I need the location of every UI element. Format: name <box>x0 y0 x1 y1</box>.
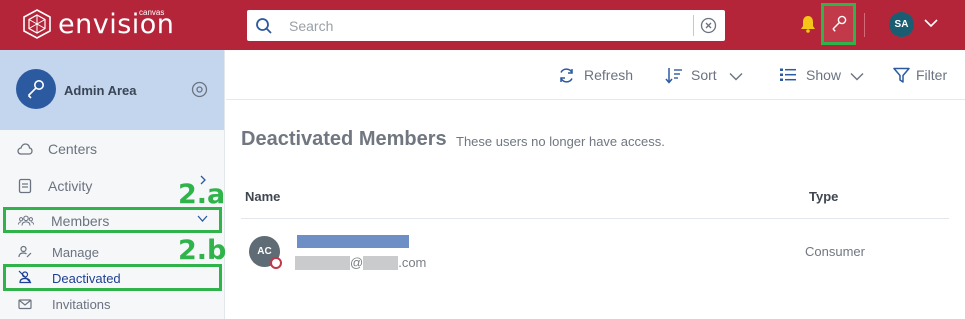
sort-label: Sort <box>691 67 717 83</box>
sort-dropdown[interactable]: Sort <box>665 66 745 86</box>
email-at: @ <box>350 255 364 271</box>
show-label: Show <box>806 67 842 83</box>
search-icon <box>256 18 272 34</box>
logo-subtext: canvas <box>139 8 165 17</box>
filter-label: Filter <box>916 67 948 83</box>
admin-area-header[interactable]: Admin Area <box>0 50 224 130</box>
table-row[interactable]: AC @ .com Consumer <box>241 219 949 281</box>
page-title: Deactivated Members <box>241 128 447 150</box>
manage-icon <box>18 245 32 258</box>
clear-icon[interactable] <box>700 17 717 34</box>
activity-icon <box>18 178 32 194</box>
refresh-label: Refresh <box>584 67 634 83</box>
page-subtitle: These users no longer have access. <box>456 134 665 149</box>
cloud-icon <box>17 143 33 155</box>
top-bar: envision canvas SA <box>0 0 965 50</box>
step-2b-callout: 2.b <box>178 235 227 266</box>
filter-icon <box>893 67 910 83</box>
member-email: @ .com <box>295 254 426 270</box>
key-icon <box>832 15 847 32</box>
deactivated-status-icon <box>270 257 282 269</box>
step-2a-callout: 2.a <box>178 179 226 210</box>
key-icon <box>27 80 44 99</box>
chevron-down-icon <box>197 215 208 222</box>
redacted-email-domain <box>363 255 399 270</box>
members-icon <box>18 215 34 226</box>
sidebar-subitem-invitations[interactable]: Invitations <box>0 293 224 317</box>
filter-button[interactable]: Filter <box>893 66 953 86</box>
chevron-down-icon[interactable] <box>924 18 938 28</box>
user-avatar[interactable]: SA <box>889 12 914 37</box>
sidebar-subitem-label: Manage <box>52 245 99 260</box>
admin-avatar <box>16 69 56 109</box>
redacted-member-name[interactable] <box>297 235 409 248</box>
sort-icon <box>665 68 682 84</box>
settings-icon[interactable] <box>191 81 208 98</box>
sidebar-item-label: Members <box>51 213 110 229</box>
chevron-down-icon <box>729 73 743 81</box>
chevron-down-icon <box>850 73 864 81</box>
member-type: Consumer <box>805 244 865 259</box>
admin-key-button[interactable] <box>821 3 856 45</box>
sidebar-item-centers[interactable]: Centers <box>0 132 224 166</box>
search-bar[interactable] <box>247 10 725 41</box>
bell-icon[interactable] <box>800 15 816 33</box>
show-dropdown[interactable]: Show <box>779 66 869 86</box>
sidebar-item-label: Activity <box>48 178 93 194</box>
list-icon <box>780 68 796 81</box>
search-input[interactable] <box>289 16 689 36</box>
deactivated-icon <box>18 270 32 284</box>
toolbar: Refresh Sort Show Filter <box>226 50 965 100</box>
search-divider <box>693 15 694 36</box>
logo[interactable]: envision canvas <box>22 8 182 42</box>
sidebar-subitem-label: Deactivated <box>52 271 121 286</box>
email-tld: .com <box>398 255 427 271</box>
sidebar-subitem-deactivated[interactable]: Deactivated <box>3 264 222 291</box>
column-header-name[interactable]: Name <box>245 189 280 204</box>
sidebar-item-members[interactable]: Members <box>3 207 222 233</box>
sidebar-item-label: Centers <box>48 141 98 157</box>
admin-area-label: Admin Area <box>64 83 137 98</box>
logo-mark-icon <box>23 9 51 39</box>
mail-icon <box>18 299 32 310</box>
redacted-email-user <box>295 255 350 270</box>
refresh-icon <box>560 68 573 83</box>
column-header-type[interactable]: Type <box>809 189 838 204</box>
sidebar-subitem-label: Invitations <box>52 297 111 312</box>
refresh-button[interactable]: Refresh <box>558 66 638 86</box>
header-separator <box>864 13 865 37</box>
